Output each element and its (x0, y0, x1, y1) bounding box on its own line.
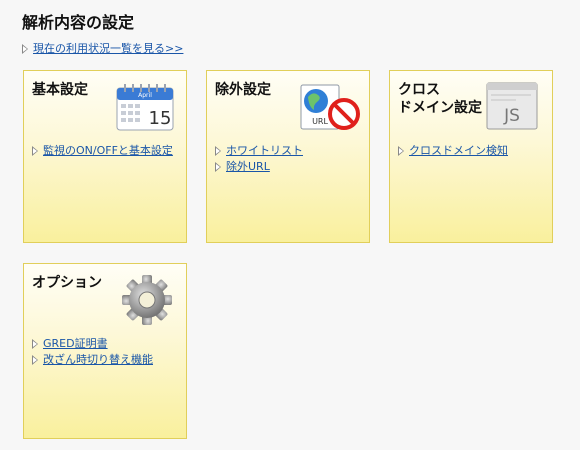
tamper-switch-link[interactable]: 改ざん時切り替え機能 (43, 351, 153, 367)
triangle-bullet-icon (22, 43, 29, 54)
card-title: クロス ドメイン設定 (398, 82, 482, 116)
monitoring-settings-link[interactable]: 監視のON/OFFと基本設定 (43, 142, 173, 158)
usage-status-link[interactable]: 現在の利用状況一覧を見る>> (33, 40, 183, 56)
card-exclusion-settings: 除外設定 URL ホワイトリスト 除外URL (206, 70, 370, 243)
svg-text:April: April (138, 92, 152, 99)
gred-certificate-link[interactable]: GRED証明書 (43, 335, 108, 351)
exclude-url-link[interactable]: 除外URL (226, 158, 270, 174)
cross-domain-detect-link[interactable]: クロスドメイン検知 (409, 142, 508, 158)
link-row: GRED証明書 (32, 335, 153, 351)
calendar-icon: April 15 (116, 84, 174, 131)
page-title: 解析内容の設定 (22, 13, 135, 32)
link-row: ホワイトリスト (215, 142, 303, 158)
card-basic-settings: 基本設定 April 15 監視のON/OFFと基本設定 (23, 70, 187, 243)
triangle-bullet-icon (215, 145, 222, 156)
status-link-row: 現在の利用状況一覧を見る>> (22, 40, 183, 56)
triangle-bullet-icon (32, 354, 39, 365)
link-row: 除外URL (215, 158, 303, 174)
card-options: オプション GRED証明書 改ざん時切り替え機能 (23, 263, 187, 439)
card-title: オプション (32, 275, 102, 291)
link-row: 改ざん時切り替え機能 (32, 351, 153, 367)
svg-text:JS: JS (503, 106, 520, 126)
svg-text:URL: URL (312, 117, 328, 126)
triangle-bullet-icon (32, 338, 39, 349)
js-file-icon: JS (486, 82, 538, 130)
link-row: クロスドメイン検知 (398, 142, 508, 158)
card-title: 基本設定 (32, 82, 88, 98)
link-row: 監視のON/OFFと基本設定 (32, 142, 173, 158)
triangle-bullet-icon (398, 145, 405, 156)
gear-icon (122, 275, 172, 325)
triangle-bullet-icon (32, 145, 39, 156)
triangle-bullet-icon (215, 161, 222, 172)
card-cross-domain-settings: クロス ドメイン設定 JS クロスドメイン検知 (389, 70, 553, 243)
url-block-icon: URL (300, 84, 360, 130)
svg-text:15: 15 (149, 108, 172, 129)
card-title: 除外設定 (215, 82, 271, 98)
whitelist-link[interactable]: ホワイトリスト (226, 142, 303, 158)
